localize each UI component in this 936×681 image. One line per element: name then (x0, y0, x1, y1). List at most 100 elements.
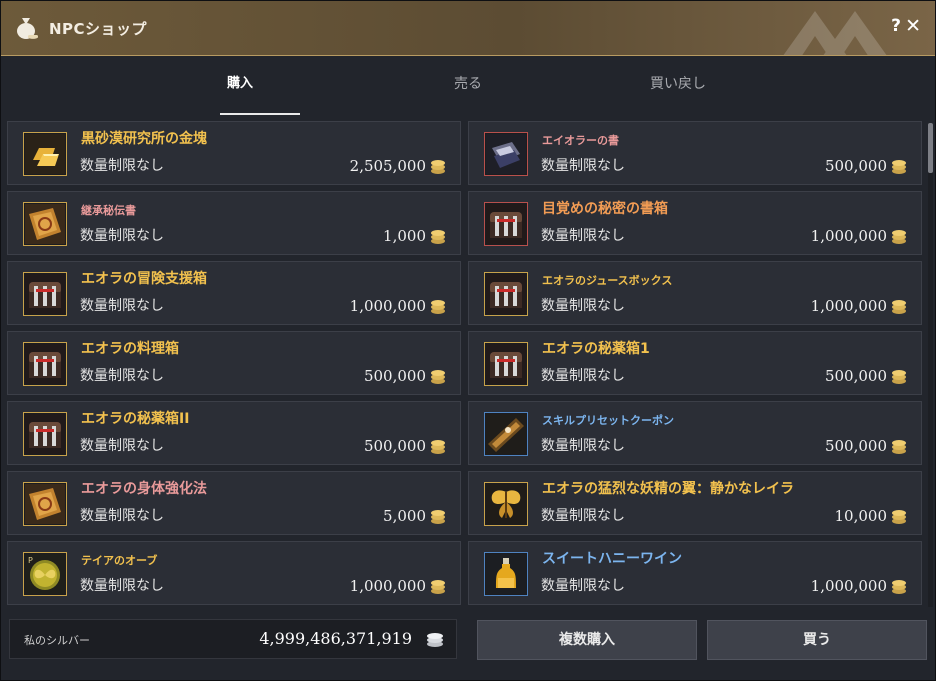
item-limit: 数量制限なし (80, 228, 164, 244)
item-name: 継承秘伝書 (81, 204, 136, 217)
item-price: 5,000 (383, 507, 426, 525)
book-icon (484, 132, 528, 176)
item-name: 目覚めの秘密の書箱 (542, 201, 668, 217)
item-price: 2,505,000 (349, 157, 426, 175)
active-tab-underline (220, 113, 300, 115)
item-price: 500,000 (363, 367, 426, 385)
chest-icon (484, 272, 528, 316)
silver-coin-icon (892, 580, 906, 594)
silver-coin-icon (892, 230, 906, 244)
item-name: エオラの料理箱 (81, 341, 179, 357)
silver-coin-icon (431, 370, 445, 384)
fairy-wings-icon (484, 482, 528, 526)
silver-coin-icon (892, 440, 906, 454)
item-limit: 数量制限なし (541, 438, 625, 454)
help-button[interactable]: ? (891, 16, 901, 36)
svg-text:P: P (28, 556, 33, 565)
skill-book-icon (23, 482, 67, 526)
close-button[interactable]: ✕ (905, 15, 921, 37)
shop-footer: 私のシルバー 4,999,486,371,919 複数購入 買う (1, 611, 935, 681)
silver-balance: 私のシルバー 4,999,486,371,919 (9, 619, 457, 659)
list-item[interactable]: P テイアのオーブ 数量制限なし 1,000,000 (7, 541, 461, 605)
item-name: エオラのジュースボックス (542, 274, 673, 287)
money-bag-icon (17, 18, 38, 39)
silver-coin-icon (892, 300, 906, 314)
item-limit: 数量制限なし (541, 158, 625, 174)
silver-label: 私のシルバー (24, 634, 90, 647)
item-price: 500,000 (824, 157, 887, 175)
silver-coin-icon (892, 160, 906, 174)
multi-buy-button[interactable]: 複数購入 (477, 620, 697, 660)
silver-stack-icon (427, 633, 443, 647)
list-item[interactable]: スイートハニーワイン 数量制限なし 1,000,000 (468, 541, 922, 605)
list-item[interactable]: 目覚めの秘密の書箱 数量制限なし 1,000,000 (468, 191, 922, 255)
npc-shop-window: NPCショップ ? ✕ 購入 売る 買い戻し 黒砂漠研究所の金塊 数量制限なし … (0, 0, 936, 681)
item-price: 500,000 (824, 367, 887, 385)
silver-coin-icon (892, 510, 906, 524)
item-limit: 数量制限なし (80, 158, 164, 174)
coupon-icon (484, 412, 528, 456)
item-price: 1,000,000 (349, 577, 426, 595)
item-list-scrollbar[interactable] (928, 123, 933, 607)
tab-buy-label: 購入 (226, 76, 253, 91)
list-item[interactable]: エイオラーの書 数量制限なし 500,000 (468, 121, 922, 185)
tab-buyback-label: 買い戻し (650, 76, 706, 92)
item-limit: 数量制限なし (541, 228, 625, 244)
item-limit: 数量制限なし (80, 438, 164, 454)
buy-button[interactable]: 買う (707, 620, 927, 660)
item-price: 1,000,000 (810, 227, 887, 245)
wine-bottle-icon (484, 552, 528, 596)
shop-tabs: 購入 売る 買い戻し (1, 57, 935, 117)
item-name: スキルプリセットクーポン (542, 414, 674, 427)
list-item[interactable]: エオラのジュースボックス 数量制限なし 1,000,000 (468, 261, 922, 325)
item-price: 1,000 (383, 227, 426, 245)
list-item[interactable]: エオラの料理箱 数量制限なし 500,000 (7, 331, 461, 395)
item-price: 1,000,000 (810, 577, 887, 595)
chest-icon (23, 272, 67, 316)
tab-buy[interactable]: 購入 (160, 57, 320, 115)
silver-coin-icon (892, 370, 906, 384)
silver-coin-icon (431, 230, 445, 244)
list-item[interactable]: 黒砂漠研究所の金塊 数量制限なし 2,505,000 (7, 121, 461, 185)
list-item[interactable]: エオラの秘薬箱1 数量制限なし 500,000 (468, 331, 922, 395)
item-name: エイオラーの書 (542, 134, 619, 147)
item-limit: 数量制限なし (80, 578, 164, 594)
silver-coin-icon (431, 440, 445, 454)
item-list[interactable]: 黒砂漠研究所の金塊 数量制限なし 2,505,000 エイオラーの書 数量制限な… (7, 121, 925, 609)
orb-icon: P (23, 552, 67, 596)
item-name: スイートハニーワイン (542, 551, 682, 567)
scrollbar-thumb[interactable] (928, 123, 933, 173)
silver-coin-icon (431, 160, 445, 174)
silver-coin-icon (431, 580, 445, 594)
chest-icon (484, 342, 528, 386)
item-limit: 数量制限なし (541, 508, 625, 524)
list-item[interactable]: エオラの猛烈な妖精の翼：静かなレイラ 数量制限なし 10,000 (468, 471, 922, 535)
window-title: NPCショップ (49, 20, 148, 38)
list-item[interactable]: スキルプリセットクーポン 数量制限なし 500,000 (468, 401, 922, 465)
gold-bar-icon (23, 132, 67, 176)
item-price: 10,000 (834, 507, 888, 525)
tab-buyback[interactable]: 買い戻し (598, 57, 758, 115)
item-name: エオラの秘薬箱1 (542, 341, 650, 357)
silver-value: 4,999,486,371,919 (259, 629, 412, 648)
item-price: 500,000 (824, 437, 887, 455)
item-name: エオラの秘薬箱II (81, 411, 190, 427)
list-item[interactable]: 継承秘伝書 数量制限なし 1,000 (7, 191, 461, 255)
chest-icon (484, 202, 528, 246)
title-bar[interactable]: NPCショップ ? ✕ (1, 1, 935, 56)
item-price: 1,000,000 (349, 297, 426, 315)
tab-sell[interactable]: 売る (388, 57, 548, 115)
item-limit: 数量制限なし (541, 578, 625, 594)
list-item[interactable]: エオラの身体強化法 数量制限なし 5,000 (7, 471, 461, 535)
chest-icon (23, 412, 67, 456)
item-limit: 数量制限なし (80, 508, 164, 524)
tab-sell-label: 売る (454, 76, 482, 92)
item-limit: 数量制限なし (80, 368, 164, 384)
list-item[interactable]: エオラの秘薬箱II 数量制限なし 500,000 (7, 401, 461, 465)
item-name: エオラの身体強化法 (81, 481, 207, 497)
item-name: エオラの猛烈な妖精の翼：静かなレイラ (542, 481, 794, 497)
silver-coin-icon (431, 300, 445, 314)
list-item[interactable]: エオラの冒険支援箱 数量制限なし 1,000,000 (7, 261, 461, 325)
item-limit: 数量制限なし (541, 298, 625, 314)
item-name: テイアのオーブ (81, 554, 158, 567)
